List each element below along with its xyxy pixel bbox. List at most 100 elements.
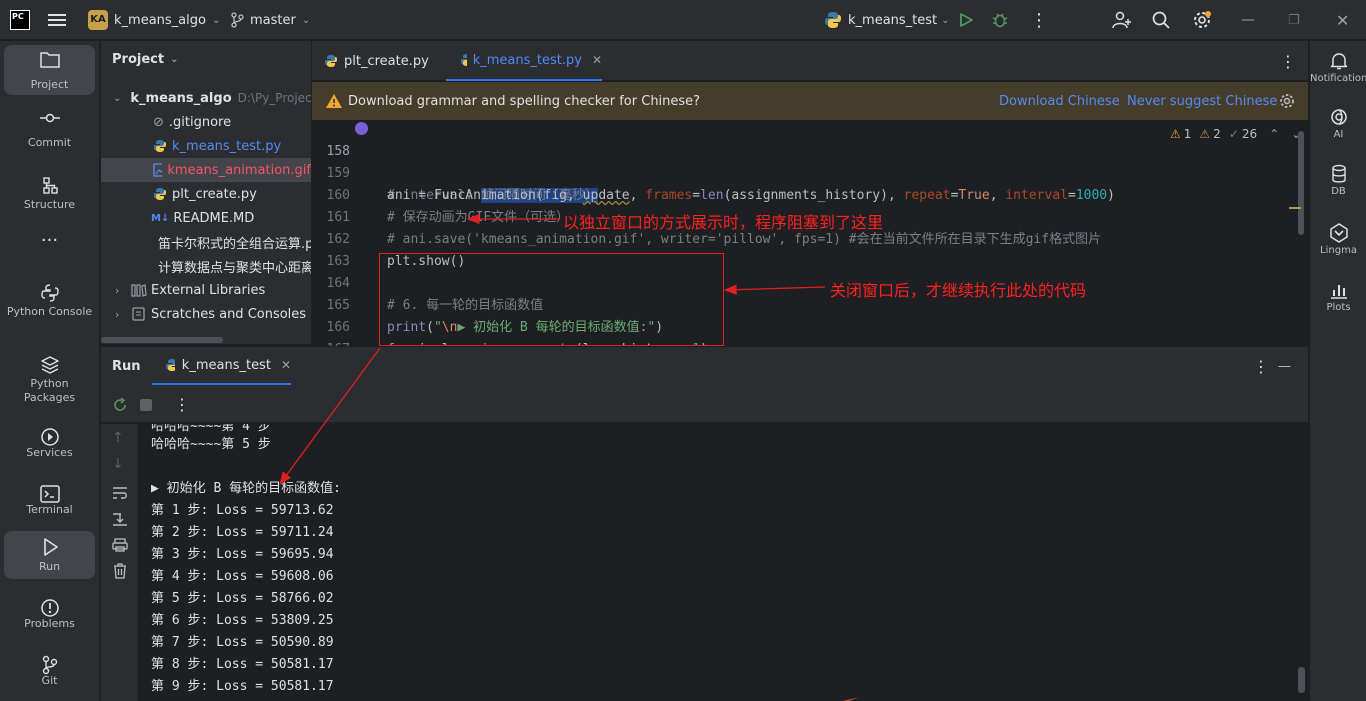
- more-tool-windows-button[interactable]: ···: [4, 229, 95, 253]
- project-panel-title: Project: [112, 52, 165, 67]
- run-panel-header: Run k_means_test ✕ ⋮ —: [101, 347, 1308, 387]
- soft-wrap-icon[interactable]: [112, 486, 128, 500]
- spellcheck-banner: Download grammar and spelling checker fo…: [312, 82, 1308, 120]
- print-icon[interactable]: [112, 538, 128, 552]
- run-config-name: k_means_test: [848, 12, 938, 28]
- tree-file[interactable]: 笛卡尔积式的全组合运算.png: [101, 230, 311, 254]
- hide-panel-button[interactable]: —: [1278, 347, 1291, 387]
- arrow-up-icon[interactable]: ↑: [112, 430, 124, 446]
- toolwindow-git[interactable]: Git: [4, 649, 95, 699]
- python-file-icon: [154, 140, 166, 152]
- search-icon: [1152, 11, 1170, 29]
- project-horizontal-scrollbar[interactable]: [101, 337, 223, 343]
- tree-file[interactable]: kmeans_animation.gif: [101, 158, 311, 182]
- database-icon: [1332, 164, 1346, 183]
- bell-icon: [1330, 53, 1348, 70]
- toolwindow-structure[interactable]: Structure: [4, 171, 95, 221]
- library-icon: [131, 284, 147, 297]
- python-console-icon: [41, 284, 59, 302]
- settings-button[interactable]: [1192, 0, 1212, 40]
- run-toolbar: ⋮: [101, 387, 1308, 423]
- problems-icon: [41, 599, 59, 617]
- code-line[interactable]: 161 # ani.save('kmeans_animation.gif', w…: [312, 185, 1308, 247]
- trash-icon[interactable]: [112, 563, 128, 579]
- python-file-icon: [461, 54, 467, 66]
- tree-external-libraries[interactable]: › External Libraries: [101, 278, 311, 302]
- toolwindow-lingma[interactable]: Lingma: [1310, 221, 1366, 271]
- markdown-file-icon: M↓: [151, 212, 170, 224]
- toolwindow-plots[interactable]: Plots: [1310, 278, 1366, 328]
- arrow-down-icon[interactable]: ↓: [112, 456, 124, 472]
- toolwindow-database[interactable]: DB: [1310, 162, 1366, 212]
- tree-file[interactable]: ⊘ .gitignore: [101, 110, 311, 134]
- error-stripe-mark[interactable]: [1289, 207, 1301, 215]
- search-button[interactable]: [1152, 0, 1170, 40]
- tree-root-folder[interactable]: ⌄ k_means_algo D:\Py_Projects: [101, 86, 311, 110]
- more-actions-button[interactable]: ⋮: [1030, 0, 1048, 40]
- banner-message: Download grammar and spelling checker fo…: [348, 93, 701, 109]
- run-button[interactable]: [958, 0, 974, 40]
- tree-file[interactable]: plt_create.py: [101, 182, 311, 206]
- toolwindow-project[interactable]: Project: [4, 45, 95, 95]
- git-icon: [42, 655, 58, 675]
- debug-button[interactable]: [991, 0, 1009, 40]
- left-tool-window-bar: Project Commit Structure ··· Python Cons…: [0, 41, 100, 701]
- chevron-down-icon: ⌄: [211, 14, 221, 26]
- scroll-to-end-icon[interactable]: [112, 512, 128, 526]
- toolwindow-python-console[interactable]: Python Console: [4, 277, 95, 337]
- tree-file[interactable]: M↓ README.MD: [101, 206, 311, 230]
- code-line[interactable]: 159 ani = FuncAnimation(fig, update, fra…: [312, 141, 1308, 203]
- more-actions-button[interactable]: ⋮: [174, 395, 190, 414]
- chevron-right-icon: ›: [115, 307, 120, 321]
- toolwindow-problems[interactable]: Problems: [4, 592, 95, 642]
- plots-icon: [1331, 285, 1347, 299]
- tab-plt-create[interactable]: plt_create.py: [324, 41, 429, 81]
- console-scrollbar[interactable]: [1298, 667, 1305, 693]
- minimize-button[interactable]: —: [1241, 0, 1255, 40]
- close-tab-icon[interactable]: ✕: [592, 53, 602, 67]
- run-tab[interactable]: k_means_test ✕: [152, 347, 291, 385]
- app-logo: PC: [10, 0, 30, 40]
- toolwindow-commit[interactable]: Commit: [4, 103, 95, 153]
- code-line[interactable]: 158 # interval: 帧间隔时间（毫秒）: [312, 119, 1308, 203]
- stop-icon[interactable]: [140, 399, 152, 411]
- toolwindow-terminal[interactable]: Terminal: [4, 478, 95, 528]
- hamburger-icon: [48, 14, 66, 26]
- tree-scratches[interactable]: › Scratches and Consoles: [101, 302, 311, 326]
- main-menu-button[interactable]: [48, 0, 66, 40]
- python-icon: [825, 12, 841, 28]
- gear-icon[interactable]: [1279, 93, 1295, 109]
- image-file-icon: [153, 163, 163, 177]
- toolwindow-notifications[interactable]: Notifications: [1310, 49, 1366, 99]
- run-options-button[interactable]: ⋮: [1253, 347, 1269, 387]
- tree-file[interactable]: k_means_test.py: [101, 134, 311, 158]
- branch-icon: [231, 12, 244, 28]
- project-switcher[interactable]: KA k_means_algo ⌄: [88, 0, 220, 40]
- chevron-right-icon: ›: [115, 283, 120, 297]
- toolwindow-services[interactable]: Services: [4, 421, 95, 471]
- root-path: D:\Py_Projects: [237, 91, 311, 105]
- project-panel-header[interactable]: Project ⌄: [112, 52, 178, 67]
- toolwindow-run[interactable]: Run: [4, 531, 95, 579]
- restore-button[interactable]: ❐: [1288, 0, 1300, 40]
- python-icon: [166, 359, 175, 371]
- never-suggest-link[interactable]: Never suggest Chinese: [1127, 94, 1277, 109]
- download-chinese-link[interactable]: Download Chinese: [999, 94, 1120, 109]
- add-user-button[interactable]: [1112, 0, 1132, 40]
- add-user-icon: [1112, 11, 1131, 29]
- close-window-button[interactable]: ✕: [1336, 0, 1349, 40]
- chevron-down-icon: ⌄: [113, 92, 122, 104]
- branch-switcher[interactable]: master ⌄: [230, 0, 310, 40]
- toolwindow-ai[interactable]: AI: [1310, 105, 1366, 155]
- rerun-icon[interactable]: [112, 397, 128, 413]
- console-output[interactable]: 哈哈哈~~~~第 4 步 哈哈哈~~~~第 5 步 ▶ 初始化 B 每轮的目标函…: [138, 424, 1308, 701]
- close-tab-icon[interactable]: ✕: [281, 358, 291, 372]
- code-line[interactable]: 160 # 保存动画为GIF文件（可选）: [312, 163, 1308, 225]
- tab-k-means-test[interactable]: k_means_test.py ✕: [446, 41, 602, 81]
- run-config-selector[interactable]: k_means_test ⌄: [824, 0, 950, 40]
- gear-icon: [1194, 11, 1211, 28]
- tabs-more-button[interactable]: ⋮: [1280, 41, 1296, 81]
- tree-file[interactable]: 计算数据点与聚类中心距离.py: [101, 254, 311, 278]
- editor-vertical-scrollbar[interactable]: [1298, 131, 1304, 235]
- toolwindow-python-packages[interactable]: Python Packages: [4, 349, 95, 409]
